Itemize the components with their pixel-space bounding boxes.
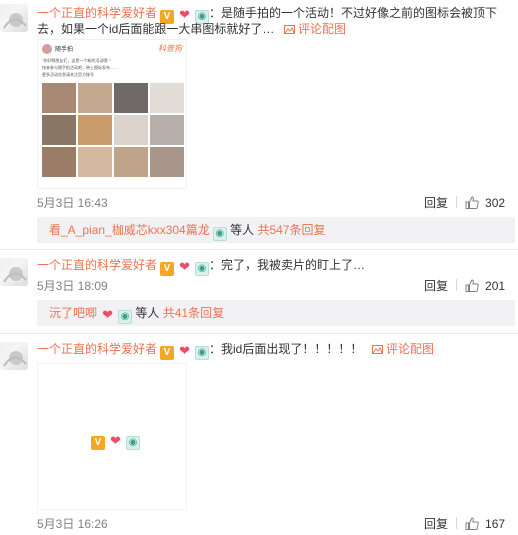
grid-photo [42,115,76,145]
embedded-text-line: 更多活动信息请关注官方账号 [42,72,94,77]
cat-badge-icon: ◉ [126,436,140,450]
sub-reply-count-link[interactable]: 共547条回复 [257,223,325,237]
like-button[interactable]: 167 [465,517,505,531]
heart-badge-icon: ❤ [179,7,190,22]
cat-badge-icon: ◉ [212,227,227,241]
sub-reply-summary[interactable]: 看_A_pian_枷威芯kxx304篇龙 ◉ 等人 共547条回复 [37,217,515,243]
comment-date: 5月3日 16:26 [37,517,108,531]
cat-badge-icon: ◉ [195,262,210,276]
heart-badge-icon: ❤ [179,259,190,274]
comment-divider [0,249,518,250]
heart-badge-icon: ❤ [110,433,121,448]
reply-button[interactable]: 回复 [424,196,448,210]
sub-reply-suffix: 等人 [230,223,255,237]
reply-button[interactable]: 回复 [424,279,448,293]
comment-image[interactable]: V ❤ ◉ [37,363,187,510]
photo-grid [42,83,184,177]
sub-reply-summary[interactable]: 沅了吧唧 ❤ ◉ 等人 共41条回复 [37,300,515,326]
cat-badge-icon: ◉ [195,346,210,360]
thumb-up-icon [465,517,479,530]
comment-text-line2-row: 去，如果一个id后面能跟一大串图标就好了… 评论配图 [37,21,346,37]
comment-text: 去，如果一个id后面能跟一大串图标就好了… [37,22,275,36]
heart-badge-icon: ❤ [179,343,190,358]
avatar[interactable] [0,258,28,286]
cat-badge-icon: ◉ [118,310,133,324]
action-divider [456,517,458,529]
comment-date: 5月3日 16:43 [37,196,108,210]
grid-photo [42,147,76,177]
username-link[interactable]: 一个正直的科学爱好者 [37,6,157,20]
embedded-text: “你好啊朋友们，这是一个新的活动哦~” 快来参与随手拍活动吧，带上图标发布…… … [42,57,182,81]
grid-photo [150,115,184,145]
picture-link-label: 评论配图 [386,342,435,356]
comment-actions: 回复 167 [424,515,505,532]
like-button[interactable]: 302 [465,196,505,210]
like-button[interactable]: 201 [465,279,505,293]
comment-divider [0,333,518,334]
thumb-up-icon [465,279,479,292]
reply-button[interactable]: 回复 [424,517,448,531]
embedded-post-header: 随手拍 科普狗 [42,44,182,56]
comment-image[interactable]: 随手拍 科普狗 “你好啊朋友们，这是一个新的活动哦~” 快来参与随手拍活动吧，带… [37,39,187,189]
embedded-text-line: 快来参与随手拍活动吧，带上图标发布…… [42,65,118,70]
sub-reply-count-link[interactable]: 共41条回复 [163,306,224,320]
comment-date: 5月3日 18:09 [37,279,108,293]
like-count: 201 [485,279,506,293]
action-divider [456,196,458,208]
sub-reply-user-link[interactable]: 沅了吧唧 [49,306,97,320]
sub-reply-suffix: 等人 [135,306,160,320]
heart-badge-icon: ❤ [102,307,113,322]
grid-photo [78,147,112,177]
verified-v-icon: V [160,346,175,360]
comment-header: 一个正直的科学爱好者 V ❤ ◉ ：我id后面出现了！！！！！ 评论配图 [37,340,507,360]
avatar[interactable] [0,4,28,32]
grid-photo [78,115,112,145]
comment-text: ：是随手拍的一个活动！不过好像之前的图标会被顶下 [209,6,498,20]
comment-picture-link[interactable]: 评论配图 [283,22,347,36]
sub-reply-user-link[interactable]: 看_A_pian_枷威芯kxx304篇龙 [49,223,210,237]
comment-picture-link[interactable]: 评论配图 [371,342,435,356]
grid-photo [78,83,112,113]
username-link[interactable]: 一个正直的科学爱好者 [37,342,157,356]
action-divider [456,279,458,291]
embedded-tag: 科普狗 [158,44,182,53]
picture-icon [371,345,383,354]
thumb-up-icon [465,196,479,209]
comment-actions: 回复 302 [424,194,505,211]
comment-text: ：我id后面出现了！！！！！ [209,342,363,356]
like-count: 302 [485,196,506,210]
grid-photo [150,83,184,113]
avatar[interactable] [0,342,28,370]
comment-actions: 回复 201 [424,277,505,294]
grid-photo [114,147,148,177]
grid-photo [42,83,76,113]
verified-v-icon: V [91,436,105,450]
grid-photo [114,115,148,145]
embedded-text-line: “你好啊朋友们，这是一个新的活动哦~” [42,58,111,63]
embedded-author: 随手拍 [55,47,74,53]
picture-link-label: 评论配图 [298,22,347,36]
comment-text: ：完了，我被卖片的盯上了… [209,258,366,272]
picture-icon [283,25,295,34]
embedded-avatar [42,44,52,54]
username-link[interactable]: 一个正直的科学爱好者 [37,258,157,272]
badge-row: V ❤ ◉ [88,432,140,450]
comment-header: 一个正直的科学爱好者 V ❤ ◉ ：完了，我被卖片的盯上了… [37,256,507,276]
like-count: 167 [485,517,506,531]
verified-v-icon: V [160,262,175,276]
grid-photo [150,147,184,177]
grid-photo [114,83,148,113]
